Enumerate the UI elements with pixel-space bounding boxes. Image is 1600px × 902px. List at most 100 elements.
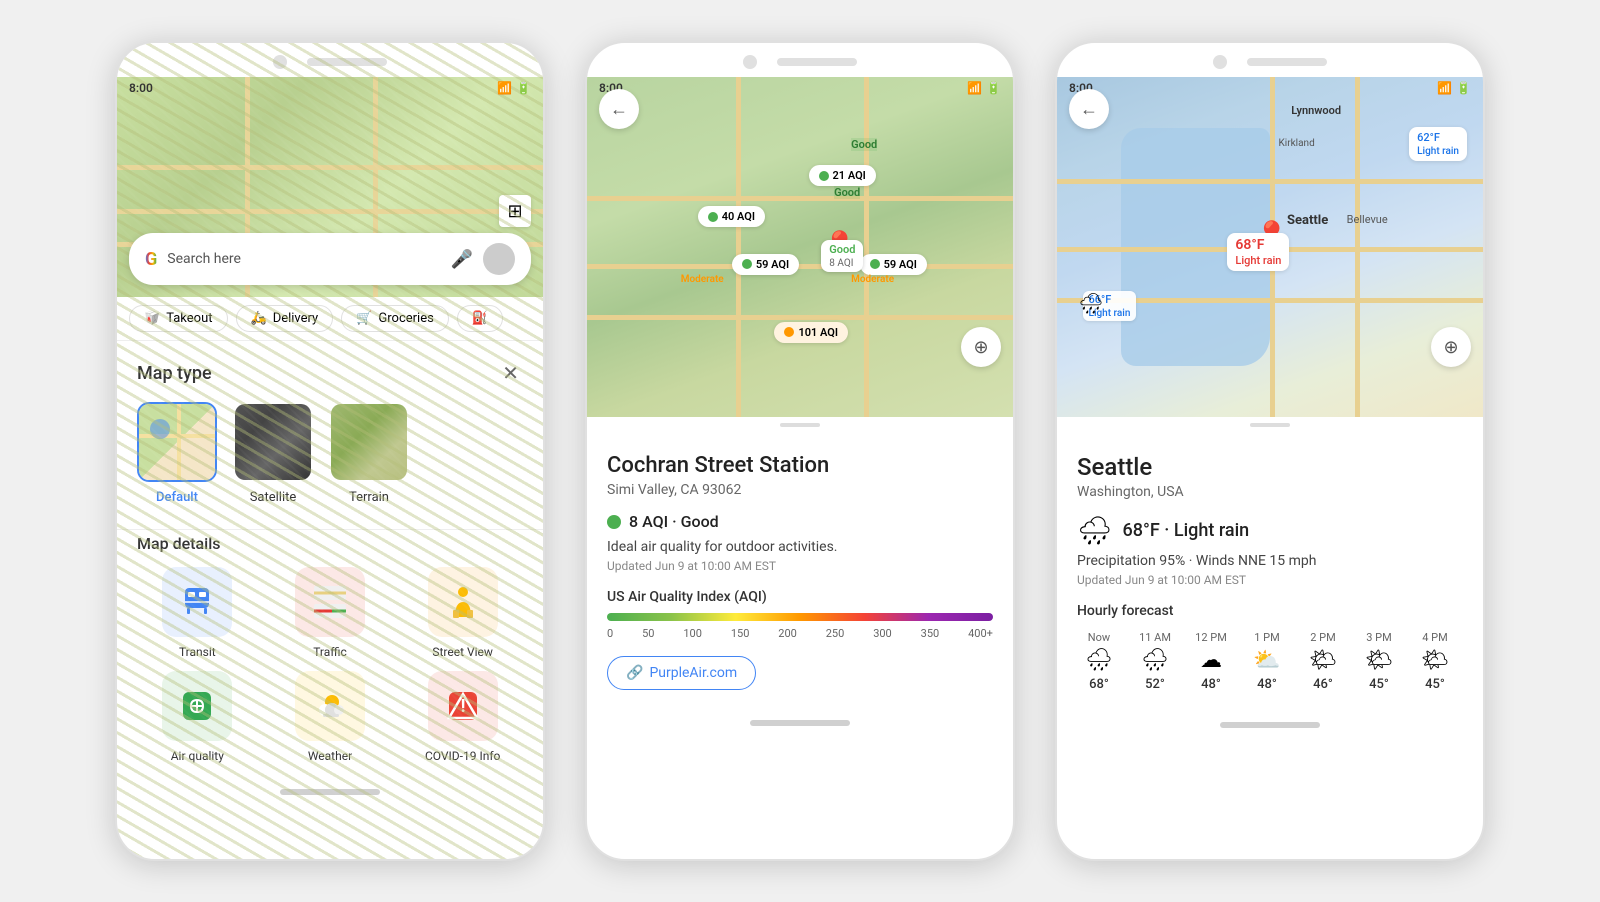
phone-3-content: 8:00 📶 🔋 ← 62°F Light rain Lynnwood Kirk…	[1057, 77, 1483, 712]
status-icons-1: 📶 🔋	[497, 81, 531, 95]
phone-2-content: 8:00 📶 🔋 ← 21 AQI 40 AQI	[587, 77, 1013, 710]
aqi-row: 8 AQI · Good	[607, 512, 993, 531]
aqi-num-200: 200	[778, 627, 797, 640]
map-type-terrain[interactable]: Terrain	[329, 402, 409, 505]
panel-handle-2	[587, 417, 1013, 433]
main-temp-pin: 68°F Light rain	[1227, 233, 1289, 271]
phones-container: 8:00 📶 🔋 G Search here 🎤 ⊞	[115, 41, 1485, 861]
main-temp-value: 68°F	[1235, 237, 1264, 253]
aqi-value-59a: 59 AQI	[756, 258, 789, 271]
panel-handle-3	[1057, 417, 1483, 433]
compass-button-2[interactable]: ⊕	[961, 327, 1001, 367]
external-link-icon: 🔗	[626, 665, 643, 681]
map-status-bar-2: 8:00 📶 🔋	[587, 77, 1013, 99]
aqi-num-150: 150	[731, 627, 750, 640]
hourly-2pm: 2 PM 🌤 46°	[1301, 631, 1345, 692]
weather-city-title: Seattle	[1077, 453, 1463, 481]
hourly-temp-0: 68°	[1089, 677, 1109, 692]
aqi-value-59b: 59 AQI	[884, 258, 917, 271]
good-label-1: Good	[851, 138, 877, 151]
aqi-badge-21: 21 AQI	[809, 165, 876, 186]
phone-2-top-bar	[587, 43, 1013, 77]
phone-3: 8:00 📶 🔋 ← 62°F Light rain Lynnwood Kirk…	[1055, 41, 1485, 861]
aqi-num-300: 300	[873, 627, 892, 640]
map-type-thumb-terrain	[329, 402, 409, 482]
avatar[interactable]	[483, 243, 515, 275]
hourly-row: Now 🌧 68° 11 AM 🌧 52° 12 PM ☁ 48°	[1077, 631, 1463, 692]
location-subtitle-2: Simi Valley, CA 93062	[607, 482, 993, 498]
aqi-scale-nums: 0 50 100 150 200 250 300 350 400+	[607, 627, 993, 640]
wifi-icon: 📶	[497, 81, 512, 95]
city-lynnwood: Lynnwood	[1291, 104, 1341, 117]
phone-2-speaker	[777, 58, 857, 66]
map-status-bar-3: 8:00 📶 🔋	[1057, 77, 1483, 99]
moderate-label-2: Moderate	[851, 274, 894, 285]
hourly-icon-5: 🌤	[1365, 648, 1393, 673]
hourly-time-4: 2 PM	[1310, 631, 1335, 644]
weather-condition-text: 68°F · Light rain	[1123, 520, 1250, 541]
back-button-2[interactable]: ←	[599, 89, 639, 129]
road-ph2-h2	[587, 264, 1013, 269]
aqi-num-100: 100	[683, 627, 702, 640]
good-label-2: Good	[834, 186, 860, 199]
aqi-badge-59a: 59 AQI	[732, 254, 799, 275]
weather-updated-text: Updated Jun 9 at 10:00 AM EST	[1077, 573, 1463, 587]
aqi-indicator	[607, 515, 621, 529]
phone-2-bottom-bar	[587, 710, 1013, 740]
aqi-num-350: 350	[921, 627, 940, 640]
aqi-num-0: 0	[607, 627, 613, 640]
phone-3-map: 8:00 📶 🔋 ← 62°F Light rain Lynnwood Kirk…	[1057, 77, 1483, 417]
hourly-3pm: 3 PM 🌤 45°	[1357, 631, 1401, 692]
weather-precip-text: Precipitation 95% · Winds NNE 15 mph	[1077, 553, 1463, 569]
rain-icon-map: 🌧	[1078, 291, 1103, 315]
phone-2-map: 8:00 📶 🔋 ← 21 AQI 40 AQI	[587, 77, 1013, 417]
compass-button-3[interactable]: ⊕	[1431, 327, 1471, 367]
purpleair-button[interactable]: 🔗 PurpleAir.com	[607, 656, 756, 690]
city-kirkland: Kirkland	[1279, 138, 1315, 149]
hourly-temp-1: 52°	[1145, 677, 1165, 692]
battery-icon-2: 🔋	[986, 81, 1001, 95]
hourly-label: Hourly forecast	[1077, 603, 1463, 619]
hourly-temp-4: 46°	[1313, 677, 1333, 692]
aqi-callout-value: 8 AQI	[829, 258, 853, 269]
aqi-scale-bar	[607, 613, 993, 621]
status-icons-2: 📶 🔋	[967, 81, 1001, 95]
battery-icon-3: 🔋	[1456, 81, 1471, 95]
thumb-terrain-bg	[331, 404, 407, 480]
aqi-scale-label: US Air Quality Index (AQI)	[607, 589, 993, 605]
hourly-icon-4: 🌤	[1309, 648, 1337, 673]
phone-3-bottom-bar	[1057, 712, 1483, 742]
hourly-icon-3: ⛅	[1253, 648, 1280, 673]
hourly-11am: 11 AM 🌧 52°	[1133, 631, 1177, 692]
hourly-time-3: 1 PM	[1254, 631, 1279, 644]
aqi-num-50: 50	[642, 627, 654, 640]
phone-1: 8:00 📶 🔋 G Search here 🎤 ⊞	[115, 41, 545, 861]
weather-info-panel: Seattle Washington, USA 🌧 68°F · Light r…	[1057, 433, 1483, 712]
road-ph3-v2	[1355, 77, 1360, 417]
phone-1-content: 8:00 📶 🔋 G Search here 🎤 ⊞	[117, 77, 543, 779]
aqi-dot-40	[708, 212, 718, 222]
aqi-updated: Updated Jun 9 at 10:00 AM EST	[607, 559, 993, 573]
hourly-now: Now 🌧 68°	[1077, 631, 1121, 692]
google-logo: G	[145, 249, 157, 270]
weather-badge-temp: 62°F	[1417, 131, 1440, 144]
phone-2-home-bar	[750, 720, 850, 726]
aqi-callout: Good 8 AQI	[821, 240, 863, 272]
road-ph2-h3	[587, 315, 1013, 320]
weather-badge-top: 62°F Light rain	[1409, 127, 1467, 161]
signal-icon-3: 📶	[1437, 81, 1452, 95]
handle-bar-3	[1250, 423, 1290, 427]
search-bar[interactable]: G Search here 🎤	[129, 233, 531, 285]
road-ph2-h1	[587, 196, 1013, 201]
thumb-terrain-texture	[329, 402, 409, 482]
aqi-dot-59a	[742, 259, 752, 269]
city-seattle: Seattle	[1287, 213, 1328, 228]
hourly-temp-5: 45°	[1369, 677, 1389, 692]
back-button-3[interactable]: ←	[1069, 89, 1109, 129]
hourly-12pm: 12 PM ☁ 48°	[1189, 631, 1233, 692]
hourly-time-0: Now	[1088, 631, 1110, 644]
search-placeholder: Search here	[167, 251, 440, 267]
road-ph2-v1	[736, 77, 741, 417]
map-type-panel: Map type ✕ Default	[117, 341, 543, 779]
mic-icon[interactable]: 🎤	[451, 249, 473, 270]
